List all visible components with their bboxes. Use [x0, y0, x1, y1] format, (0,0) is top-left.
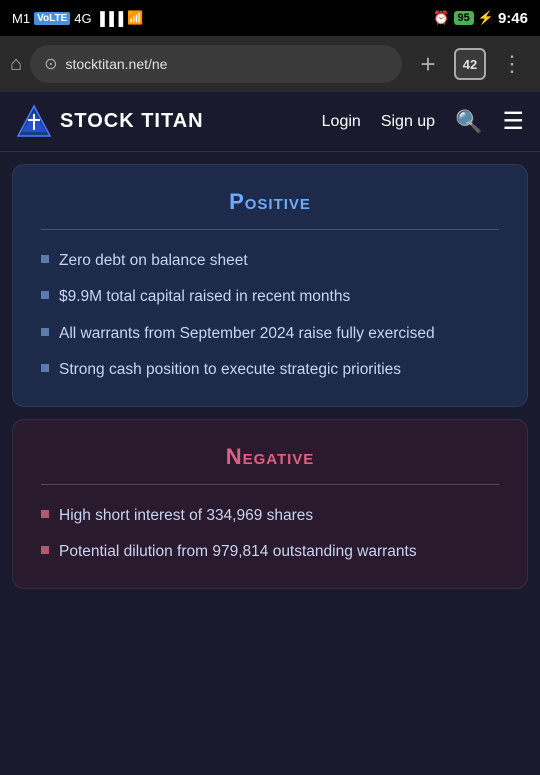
bullet-text: Strong cash position to execute strategi…	[59, 359, 401, 381]
list-item: Potential dilution from 979,814 outstand…	[41, 541, 499, 563]
tab-count-badge[interactable]: 42	[454, 48, 486, 80]
bolt-icon: ⚡	[478, 10, 494, 26]
url-text: stocktitan.net/ne	[66, 56, 389, 72]
status-bar: M1 VoLTE 4G ▐▐▐ 📶 ⏰ 95 ⚡ 9:46	[0, 0, 540, 36]
list-item: Strong cash position to execute strategi…	[41, 359, 499, 381]
status-left: M1 VoLTE 4G ▐▐▐ 📶	[12, 10, 143, 26]
bullet-icon	[41, 510, 49, 518]
negative-section: Negative High short interest of 334,969 …	[12, 419, 528, 589]
bullet-text: Potential dilution from 979,814 outstand…	[59, 541, 417, 563]
nav-logo[interactable]: STOCK TITAN	[16, 104, 322, 140]
positive-divider	[41, 229, 499, 230]
site-icon: ⊙	[44, 54, 57, 74]
browser-menu-button[interactable]: ⋮	[494, 46, 530, 82]
bullet-icon	[41, 291, 49, 299]
bullet-text: All warrants from September 2024 raise f…	[59, 323, 435, 345]
list-item: $9.9M total capital raised in recent mon…	[41, 286, 499, 308]
url-bar[interactable]: ⊙ stocktitan.net/ne	[30, 45, 402, 83]
add-tab-button[interactable]: +	[410, 46, 446, 82]
logo-icon	[16, 104, 52, 140]
list-item: High short interest of 334,969 shares	[41, 505, 499, 527]
search-icon[interactable]: 🔍	[455, 109, 482, 135]
battery-badge: 95	[454, 11, 474, 25]
time-display: 9:46	[498, 10, 528, 27]
bullet-icon	[41, 546, 49, 554]
status-right: ⏰ 95 ⚡ 9:46	[433, 10, 528, 27]
home-icon[interactable]: ⌂	[10, 53, 22, 76]
negative-divider	[41, 484, 499, 485]
network-type: 4G	[74, 11, 91, 26]
wifi-icon: 📶	[127, 10, 143, 26]
volte-badge: VoLTE	[34, 12, 70, 25]
bullet-text: $9.9M total capital raised in recent mon…	[59, 286, 350, 308]
browser-bar: ⌂ ⊙ stocktitan.net/ne + 42 ⋮	[0, 36, 540, 92]
bullet-icon	[41, 328, 49, 336]
bullet-text: Zero debt on balance sheet	[59, 250, 248, 272]
bullet-text: High short interest of 334,969 shares	[59, 505, 313, 527]
positive-section: Positive Zero debt on balance sheet $9.9…	[12, 164, 528, 407]
menu-icon[interactable]: ☰	[502, 107, 524, 136]
main-content: Positive Zero debt on balance sheet $9.9…	[0, 164, 540, 589]
list-item: Zero debt on balance sheet	[41, 250, 499, 272]
login-link[interactable]: Login	[322, 113, 361, 131]
signup-link[interactable]: Sign up	[381, 113, 435, 131]
brand-name: STOCK TITAN	[60, 110, 204, 133]
carrier-label: M1	[12, 11, 30, 26]
signal-icon: ▐▐▐	[96, 11, 124, 26]
negative-title: Negative	[41, 444, 499, 470]
bullet-icon	[41, 364, 49, 372]
positive-title: Positive	[41, 189, 499, 215]
bullet-icon	[41, 255, 49, 263]
alarm-icon: ⏰	[433, 10, 449, 26]
list-item: All warrants from September 2024 raise f…	[41, 323, 499, 345]
nav-links: Login Sign up 🔍 ☰	[322, 107, 524, 136]
positive-bullet-list: Zero debt on balance sheet $9.9M total c…	[41, 250, 499, 382]
negative-bullet-list: High short interest of 334,969 shares Po…	[41, 505, 499, 564]
nav-bar: STOCK TITAN Login Sign up 🔍 ☰	[0, 92, 540, 152]
